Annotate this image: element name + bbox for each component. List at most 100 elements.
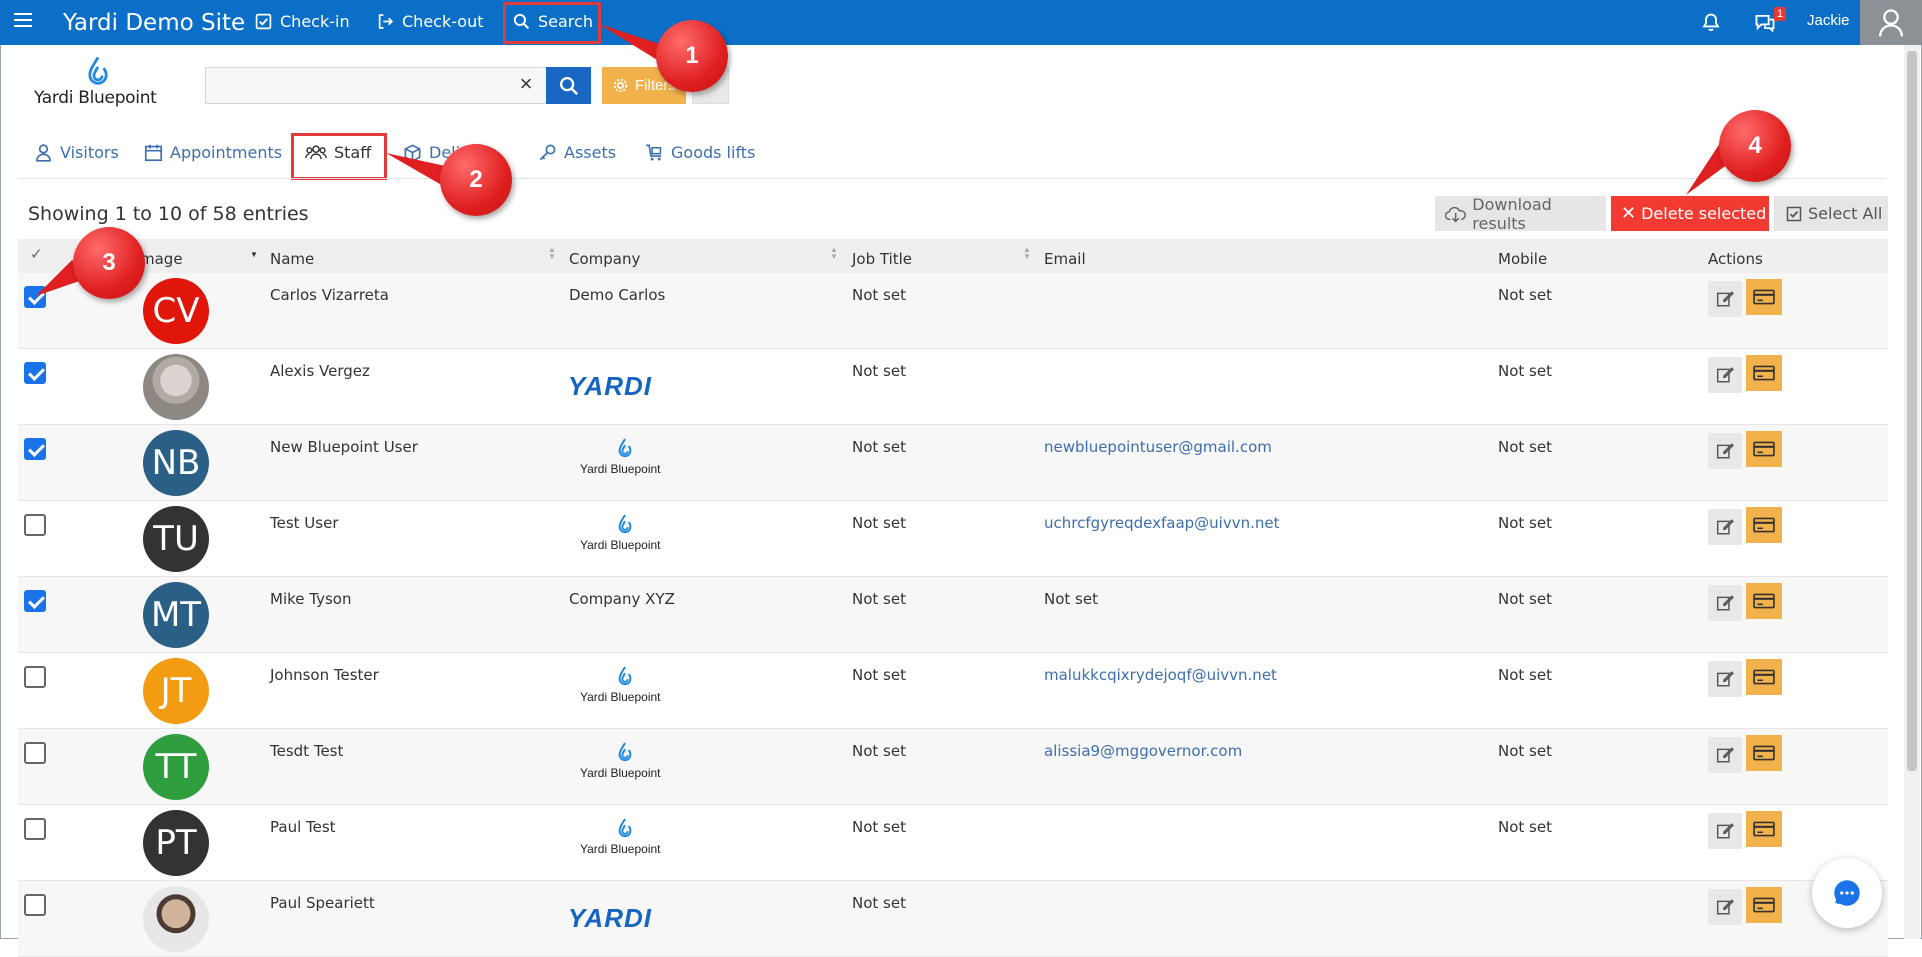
- tab-goods-lifts[interactable]: Goods lifts: [645, 143, 755, 162]
- col-image[interactable]: mage: [140, 250, 183, 268]
- row-checkbox[interactable]: [24, 894, 46, 916]
- table-info: Showing 1 to 10 of 58 entries: [28, 203, 309, 225]
- user-avatar[interactable]: [1860, 0, 1922, 45]
- mobile: Not set: [1498, 742, 1552, 760]
- email[interactable]: newbluepointuser@gmail.com: [1044, 438, 1272, 456]
- table-row[interactable]: JT Johnson Tester Yardi Bluepoint Not set ma…: [18, 653, 1888, 729]
- visitor-icon: [36, 144, 51, 162]
- tab-appointments[interactable]: Appointments: [144, 143, 282, 162]
- badge-card-button[interactable]: [1746, 659, 1782, 695]
- row-checkbox[interactable]: [24, 742, 46, 764]
- table-row[interactable]: Paul Speariett YARDI Not set: [18, 881, 1888, 957]
- job-title: Not set: [852, 286, 906, 304]
- row-checkbox[interactable]: [24, 818, 46, 840]
- site-name[interactable]: Yardi Demo Site: [63, 10, 245, 36]
- bluepoint-drop-icon: [88, 56, 108, 85]
- job-title: Not set: [852, 362, 906, 380]
- card-icon: [1753, 821, 1775, 837]
- table-row[interactable]: NB New Bluepoint User Yardi Bluepoint Not s…: [18, 425, 1888, 501]
- job-title: Not set: [852, 590, 906, 608]
- hamburger-menu-icon[interactable]: [14, 13, 32, 29]
- table-row[interactable]: MT Mike Tyson Company XYZ Not set Not set Not…: [18, 577, 1888, 653]
- chat-button[interactable]: [1812, 858, 1882, 928]
- email[interactable]: alissia9@mggovernor.com: [1044, 742, 1242, 760]
- download-results-button[interactable]: Download results: [1435, 195, 1606, 233]
- edit-button[interactable]: [1708, 661, 1742, 697]
- table-row[interactable]: Alexis Vergez YARDI Not set Not set: [18, 349, 1888, 425]
- company-logo-text: Yardi Bluepoint: [580, 690, 661, 704]
- col-job-title[interactable]: Job Title: [852, 250, 912, 268]
- company-name: Demo Carlos: [569, 286, 666, 304]
- delete-selected-button[interactable]: ✕ Delete selected: [1611, 196, 1769, 231]
- bluepoint-drop-icon: [618, 666, 632, 686]
- chat-icon[interactable]: [1754, 12, 1776, 32]
- scrollbar-thumb[interactable]: [1907, 51, 1917, 771]
- badge-card-button[interactable]: [1746, 507, 1782, 543]
- table-row[interactable]: TT Tesdt Test Yardi Bluepoint Not set alissi…: [18, 729, 1888, 805]
- row-checkbox[interactable]: [24, 438, 46, 460]
- edit-button[interactable]: [1708, 737, 1742, 773]
- badge-card-button[interactable]: [1746, 355, 1782, 391]
- tab-staff[interactable]: Staff: [305, 143, 371, 162]
- tab-visitors[interactable]: Visitors: [34, 143, 119, 162]
- row-checkbox[interactable]: [24, 590, 46, 612]
- staff-name: Alexis Vergez: [270, 362, 370, 380]
- search-input[interactable]: [205, 67, 547, 104]
- scrollbar[interactable]: [1904, 45, 1920, 939]
- edit-button[interactable]: [1708, 281, 1742, 317]
- edit-icon: [1716, 367, 1734, 383]
- badge-card-button[interactable]: [1746, 811, 1782, 847]
- checkout-nav[interactable]: Check-out: [377, 12, 484, 31]
- calendar-icon: [144, 144, 163, 162]
- badge-card-button[interactable]: [1746, 735, 1782, 771]
- edit-button[interactable]: [1708, 509, 1742, 545]
- checkin-nav[interactable]: Check-in: [255, 12, 350, 31]
- col-name[interactable]: Name: [270, 250, 314, 268]
- clear-search-icon[interactable]: ×: [515, 73, 537, 95]
- mobile: Not set: [1498, 818, 1552, 836]
- row-checkbox[interactable]: [24, 514, 46, 536]
- bell-icon[interactable]: [1701, 12, 1721, 32]
- bluepoint-logo[interactable]: Yardi Bluepoint: [34, 56, 164, 108]
- edit-button[interactable]: [1708, 357, 1742, 393]
- col-mobile[interactable]: Mobile: [1498, 250, 1547, 268]
- tab-staff-label: Staff: [334, 143, 372, 162]
- col-company[interactable]: Company: [569, 250, 640, 268]
- card-icon: [1753, 669, 1775, 685]
- row-checkbox[interactable]: [24, 362, 46, 384]
- col-email[interactable]: Email: [1044, 250, 1086, 268]
- select-all-button[interactable]: Select All: [1774, 196, 1888, 231]
- email[interactable]: uchrcfgyreqdexfaap@uivvn.net: [1044, 514, 1279, 532]
- avatar: NB: [143, 430, 209, 496]
- edit-button[interactable]: [1708, 813, 1742, 849]
- badge-card-button[interactable]: [1746, 583, 1782, 619]
- badge-card-button[interactable]: [1746, 431, 1782, 467]
- table-row[interactable]: PT Paul Test Yardi Bluepoint Not set Not set: [18, 805, 1888, 881]
- company-yardi-logo: YARDI: [568, 903, 652, 933]
- select-all-label: Select All: [1808, 204, 1883, 223]
- callout-3: 3: [73, 227, 145, 299]
- badge-card-button[interactable]: [1746, 887, 1782, 923]
- company-bluepoint-logo: Yardi Bluepoint: [580, 666, 680, 704]
- edit-button[interactable]: [1708, 433, 1742, 469]
- company-logo-text: Yardi Bluepoint: [580, 766, 661, 780]
- edit-button[interactable]: [1708, 585, 1742, 621]
- table-row[interactable]: TU Test User Yardi Bluepoint Not set uchrcfg…: [18, 501, 1888, 577]
- row-checkbox[interactable]: [24, 666, 46, 688]
- avatar: PT: [143, 810, 209, 876]
- tab-divider: [18, 178, 1886, 179]
- edit-icon: [1716, 671, 1734, 687]
- table-row[interactable]: CV Carlos Vizarreta Demo Carlos Not set Not …: [18, 273, 1888, 349]
- edit-icon: [1716, 291, 1734, 307]
- tab-assets[interactable]: Assets: [538, 143, 616, 162]
- search-button[interactable]: [546, 67, 591, 104]
- company-logo-text: Yardi Bluepoint: [580, 462, 661, 476]
- staff-name: Paul Test: [270, 818, 336, 836]
- mobile: Not set: [1498, 362, 1552, 380]
- key-icon: [539, 144, 556, 161]
- badge-card-button[interactable]: [1746, 279, 1782, 315]
- edit-button[interactable]: [1708, 889, 1742, 925]
- user-name[interactable]: Jackie: [1807, 12, 1850, 29]
- email[interactable]: malukkcqixrydejoqf@uivvn.net: [1044, 666, 1277, 684]
- card-icon: [1753, 289, 1775, 305]
